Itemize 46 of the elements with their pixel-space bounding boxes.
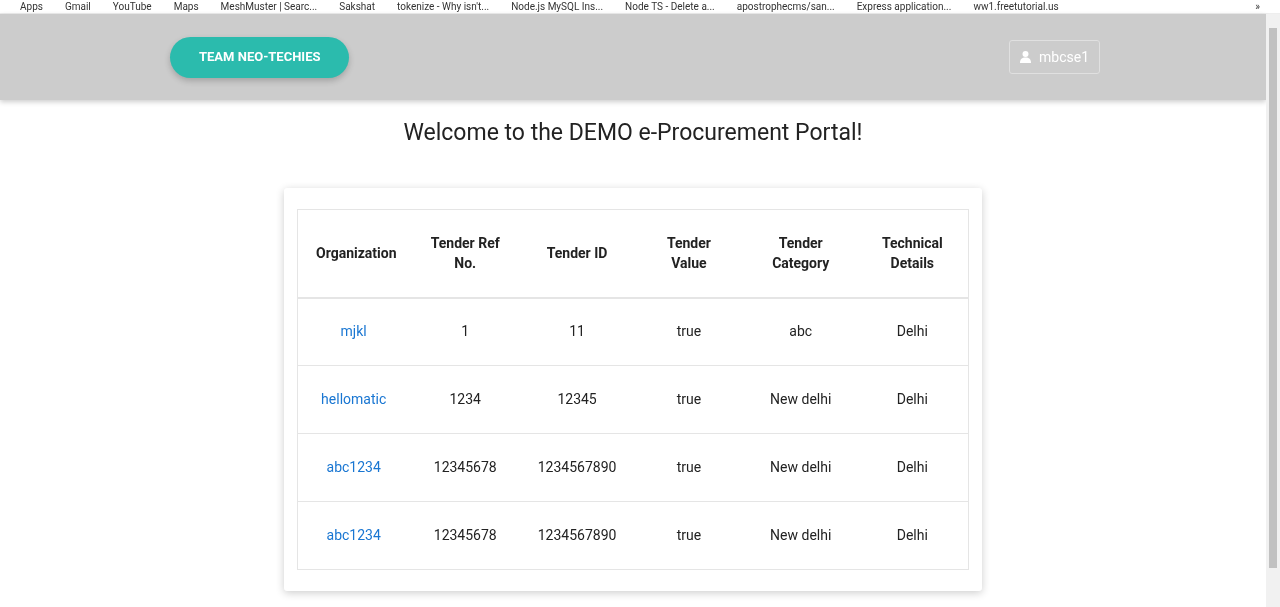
table-cell: New delhi xyxy=(744,433,857,502)
overflow-chevron[interactable]: » xyxy=(1255,0,1260,13)
page-title: Welcome to the DEMO e-Procurement Portal! xyxy=(402,118,864,148)
table-cell: Delhi xyxy=(856,433,969,502)
table-cell: true xyxy=(633,433,745,502)
bookmark-link[interactable]: YouTube xyxy=(112,0,152,13)
bookmark-link[interactable]: Gmail xyxy=(64,0,91,13)
table-cell: New delhi xyxy=(744,501,857,570)
scrollbar[interactable] xyxy=(1266,14,1280,607)
column-header: Tender Value xyxy=(633,209,745,298)
table-cell: 1 xyxy=(409,297,522,366)
column-header: Tender Ref No. xyxy=(409,209,522,298)
organization-link[interactable]: hellomatic xyxy=(321,391,387,407)
bookmark-link[interactable]: Node.js MySQL Ins... xyxy=(511,0,604,13)
bookmark-link[interactable]: Maps xyxy=(173,0,199,13)
table-cell: true xyxy=(633,501,745,570)
bookmark-link[interactable]: Express application... xyxy=(856,0,952,13)
column-header: Tender Category xyxy=(744,209,857,298)
column-header: Organization xyxy=(297,209,410,298)
table-cell: Delhi xyxy=(856,365,969,434)
table-cell: 12345678 xyxy=(409,433,522,502)
table-cell: New delhi xyxy=(744,365,857,434)
organization-link[interactable]: abc1234 xyxy=(326,459,381,475)
bookmark-link[interactable]: tokenize - Why isn't... xyxy=(397,0,490,13)
table-cell: Delhi xyxy=(856,297,969,366)
table-cell: 12345678 xyxy=(409,501,522,570)
organization-link[interactable]: abc1234 xyxy=(326,527,381,543)
bookmark-link[interactable]: Apps xyxy=(20,0,43,13)
table-cell: 11 xyxy=(521,297,633,366)
table-cell: abc xyxy=(744,297,857,366)
column-header: Tender ID xyxy=(521,209,633,298)
table-cell: true xyxy=(633,365,745,434)
organization-link[interactable]: mjkl xyxy=(340,323,367,340)
table-cell: true xyxy=(633,297,745,366)
bookmark-link[interactable]: apostrophecms/san... xyxy=(736,0,835,13)
table-cell: 1234 xyxy=(409,365,522,434)
column-header: Technical Details xyxy=(856,209,969,298)
table-cell: 12345 xyxy=(521,365,633,434)
table-cell: Delhi xyxy=(856,501,969,570)
bookmark-link[interactable]: ww1.freetutorial.us xyxy=(973,0,1059,13)
table-cell: 1234567890 xyxy=(521,433,633,502)
bookmark-link[interactable]: Sakshat xyxy=(339,0,376,13)
bookmark-link[interactable]: MeshMuster | Searc... xyxy=(220,0,318,13)
user-icon xyxy=(1020,51,1031,63)
table-cell: 1234567890 xyxy=(521,501,633,570)
bookmark-link[interactable]: Node TS - Delete a... xyxy=(625,0,715,13)
